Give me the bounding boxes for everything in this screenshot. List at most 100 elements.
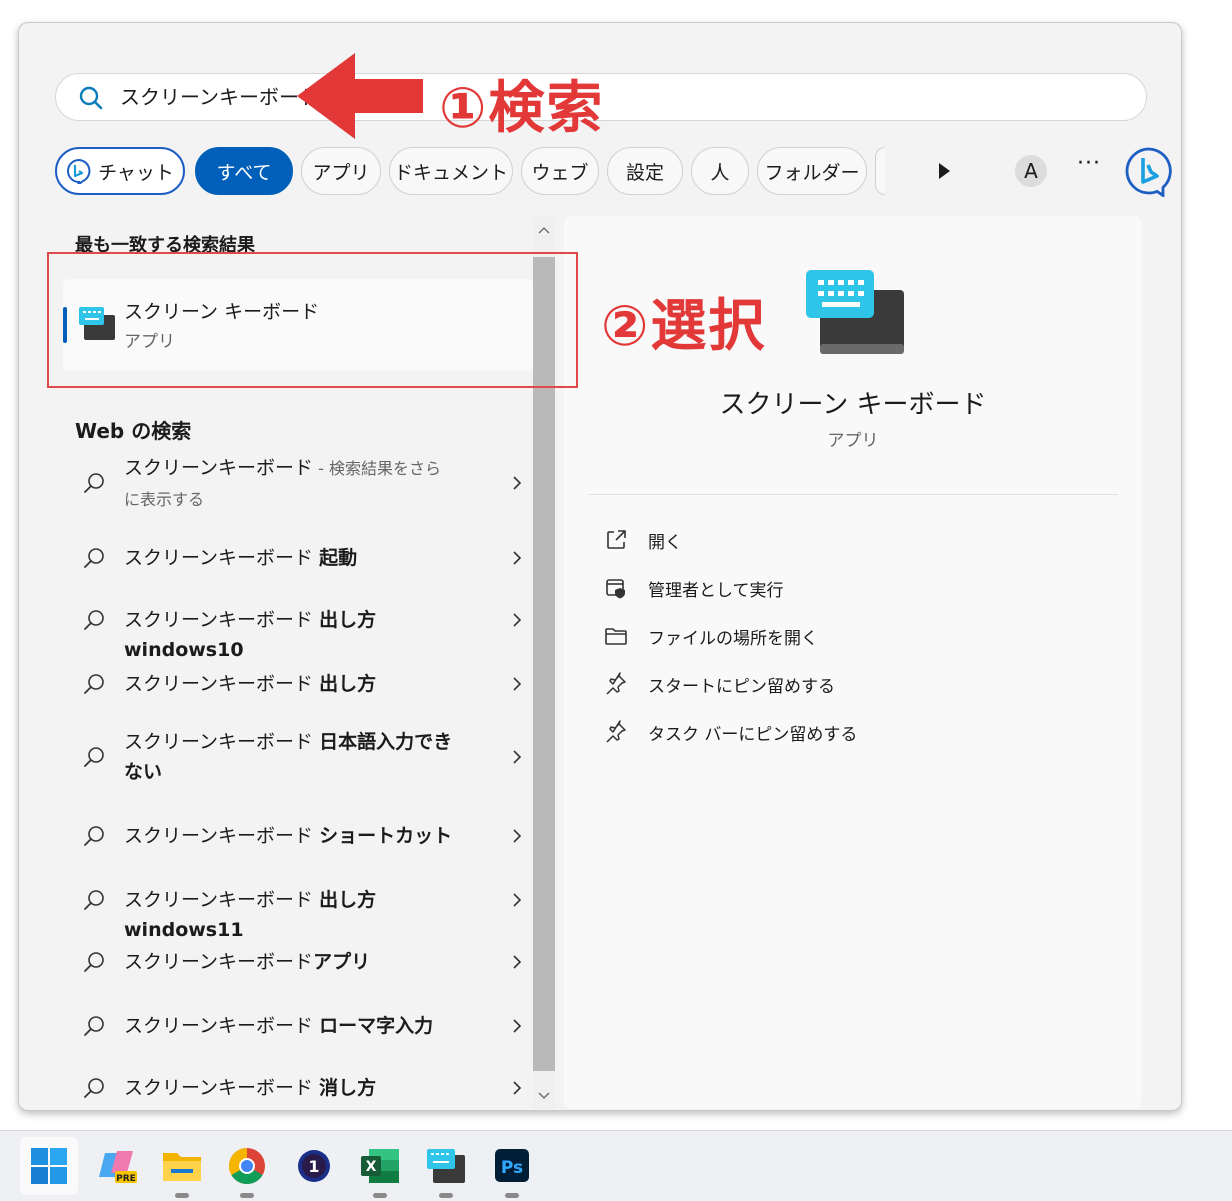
filter-documents[interactable]: ドキュメント [389, 147, 513, 195]
scroll-up-icon[interactable] [538, 225, 550, 237]
search-icon [84, 952, 104, 972]
filter-overflow [875, 147, 885, 195]
action-pin-taskbar-label: タスク バーにピン留めする [648, 725, 858, 745]
folder-icon [163, 1153, 201, 1181]
bing-icon[interactable] [1123, 145, 1175, 197]
filter-chat-label: チャット [98, 161, 174, 184]
web-result-suggestion: 消し方 [319, 1077, 377, 1099]
web-result-query: スクリーンキーボード [124, 889, 320, 911]
keyboard-icon [427, 1149, 465, 1183]
taskbar-copilot[interactable]: PRE [93, 1141, 143, 1191]
photoshop-icon: Ps [495, 1149, 529, 1182]
search-icon [84, 890, 104, 910]
web-result-item[interactable]: スクリーンキーボード 出し方 [63, 669, 533, 699]
filter-folders[interactable]: フォルダー [757, 147, 867, 195]
web-search-header: Web の検索 [75, 419, 192, 443]
chevron-right-icon [513, 1081, 522, 1095]
filter-settings[interactable]: 設定 [607, 147, 683, 195]
filter-web[interactable]: ウェブ [521, 147, 599, 195]
account-avatar[interactable]: A [1015, 155, 1047, 187]
web-result-suggestion: ショートカット [319, 825, 453, 847]
search-panel: スクリーンキーボード ①検索 チャット すべて アプリ ドキュメント ウェブ 設… [18, 22, 1182, 1111]
annotation-highlight-box [47, 252, 578, 388]
filter-chat[interactable]: チャット [55, 147, 185, 195]
search-icon [84, 1078, 104, 1098]
search-icon [84, 610, 104, 630]
filter-folders-label: フォルダー [764, 161, 860, 184]
divider [588, 494, 1118, 495]
web-result-query: スクリーンキーボード [124, 825, 320, 847]
web-result-item[interactable]: スクリーンキーボード 起動 [63, 543, 533, 573]
web-result-item[interactable]: スクリーンキーボード 日本語入力できない [63, 727, 533, 787]
taskbar-photoshop[interactable]: Ps [487, 1141, 537, 1198]
web-result-query: スクリーンキーボード [124, 951, 314, 973]
detail-title: スクリーン キーボード [719, 390, 987, 420]
action-pin-start-label: スタートにピン留めする [648, 677, 835, 697]
taskbar-app-1[interactable]: 1 [289, 1141, 339, 1191]
open-icon [607, 530, 626, 549]
taskbar-osk[interactable] [421, 1141, 471, 1198]
app-1-badge: 1 [308, 1157, 319, 1176]
running-indicator [373, 1193, 387, 1198]
chevron-right-icon [513, 551, 522, 565]
annotation-step2: ②選択 [601, 294, 767, 359]
taskbar-chrome[interactable] [222, 1141, 272, 1198]
annotation-step1: ①検索 [439, 76, 605, 141]
web-result-item[interactable]: スクリーンキーボード ショートカット [63, 821, 533, 851]
web-result-text: スクリーンキーボード 日本語入力できない [124, 727, 454, 787]
scroll-right-icon[interactable] [939, 163, 950, 179]
web-result-text: スクリーンキーボードアプリ [124, 947, 454, 977]
web-result-item[interactable]: スクリーンキーボード 出し方 windows10 [63, 605, 533, 661]
search-icon [84, 826, 104, 846]
shield-icon [606, 579, 625, 599]
chevron-right-icon [513, 1019, 522, 1033]
web-result-item[interactable]: スクリーンキーボード 消し方 [63, 1073, 533, 1103]
web-result-text: スクリーンキーボード 出し方 windows11 [124, 885, 454, 945]
chevron-right-icon [513, 829, 522, 843]
search-icon [84, 1016, 104, 1036]
filter-apps[interactable]: アプリ [301, 147, 381, 195]
chevron-right-icon [513, 677, 522, 691]
annotation-arrow [297, 53, 423, 139]
web-result-query: スクリーンキーボード [124, 731, 320, 753]
keyboard-app-icon [806, 270, 904, 354]
taskbar-explorer[interactable] [157, 1141, 207, 1198]
filter-bar: チャット すべて アプリ ドキュメント ウェブ 設定 人 フォルダー A ··· [55, 145, 1172, 197]
chrome-icon [228, 1148, 265, 1185]
web-result-item[interactable]: スクリーンキーボードアプリ [63, 947, 533, 977]
excel-badge: X [366, 1159, 377, 1175]
filter-web-label: ウェブ [531, 161, 589, 184]
filter-people[interactable]: 人 [691, 147, 749, 195]
pin-icon [606, 672, 626, 695]
web-result-suggestion: ローマ字入力 [319, 1015, 434, 1037]
windows-icon [31, 1148, 67, 1184]
folder-icon [605, 628, 627, 645]
chevron-right-icon [513, 893, 522, 907]
running-indicator [175, 1193, 189, 1198]
action-open-label: 開く [648, 533, 682, 553]
web-result-suggestion: 起動 [319, 547, 358, 569]
copilot-pre-icon: PRE [99, 1151, 137, 1184]
web-result-query: スクリーンキーボード [124, 1015, 320, 1037]
web-result-text: スクリーンキーボード 起動 [124, 543, 454, 573]
taskbar-excel[interactable]: X [355, 1141, 405, 1198]
more-options-button[interactable]: ··· [1077, 151, 1101, 176]
web-result-text: スクリーンキーボード 出し方 [124, 669, 454, 699]
web-result-item[interactable]: スクリーンキーボード - 検索結果をさらに表示する [63, 453, 533, 513]
search-icon [84, 473, 104, 493]
search-input[interactable]: スクリーンキーボード [120, 84, 322, 110]
taskbar-start[interactable] [20, 1137, 78, 1195]
web-result-query: スクリーンキーボード [124, 609, 320, 631]
detail-subtitle: アプリ [827, 431, 879, 451]
copilot-badge: PRE [116, 1174, 136, 1184]
chevron-right-icon [513, 613, 522, 627]
web-result-item[interactable]: スクリーンキーボード ローマ字入力 [63, 1011, 533, 1041]
web-result-item[interactable]: スクリーンキーボード 出し方 windows11 [63, 885, 533, 941]
web-result-text: スクリーンキーボード ローマ字入力 [124, 1011, 454, 1041]
web-result-text: スクリーンキーボード ショートカット [124, 821, 454, 851]
running-indicator [439, 1193, 453, 1198]
running-indicator [240, 1193, 254, 1198]
filter-all[interactable]: すべて [195, 147, 293, 195]
action-open-file-location-label: ファイルの場所を開く [648, 629, 818, 649]
scroll-down-icon[interactable] [538, 1089, 550, 1101]
